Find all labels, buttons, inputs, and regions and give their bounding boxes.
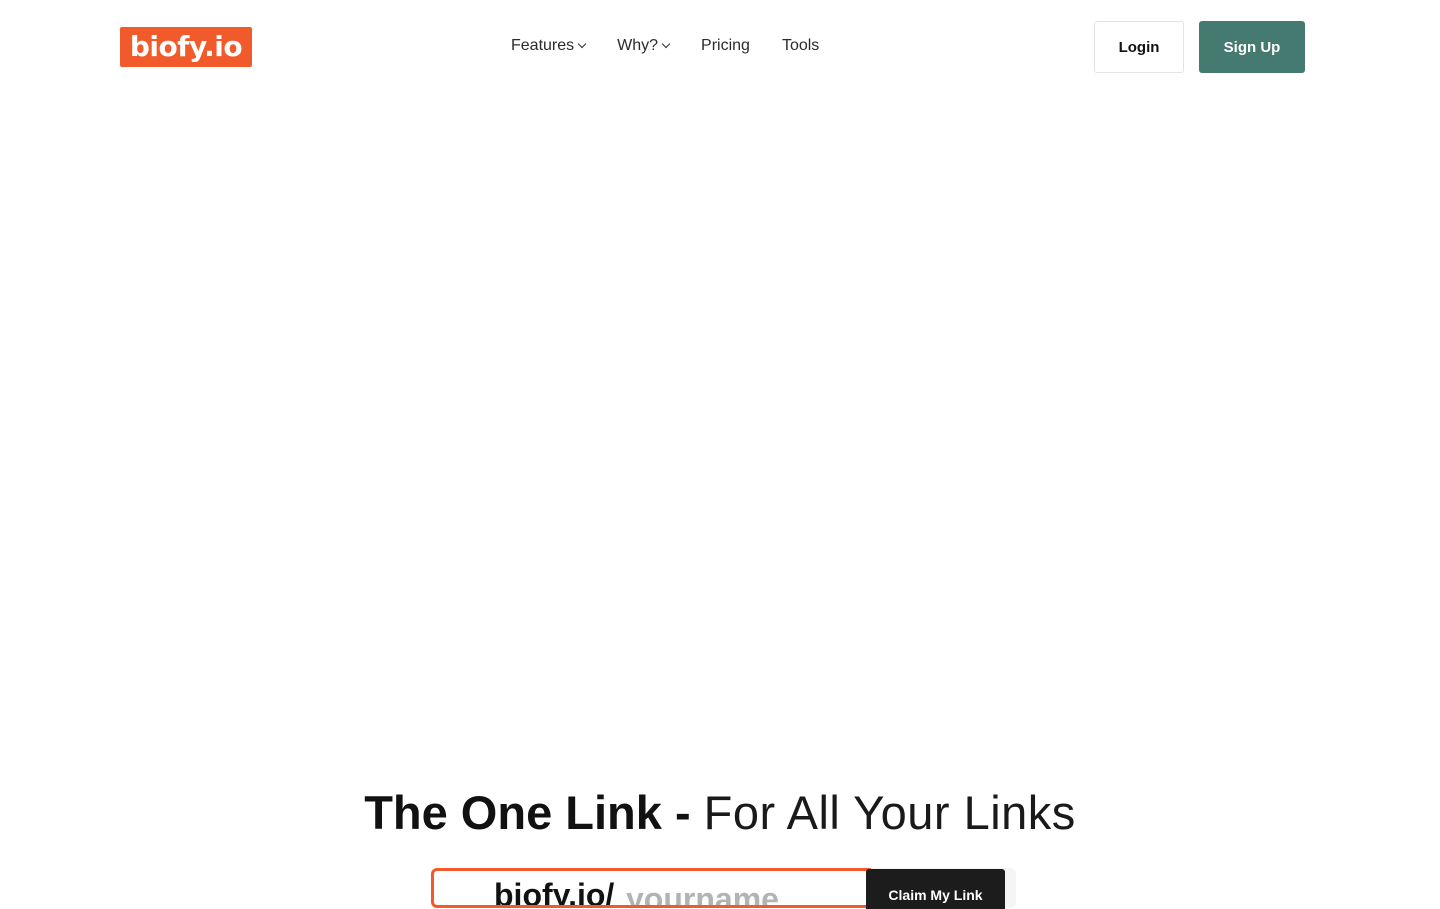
claim-my-link-button[interactable]: Claim My Link: [866, 869, 1005, 909]
hero-title-light: For All Your Links: [703, 786, 1076, 839]
site-header: biofy.io Features Why? Pricing Tools Log…: [0, 0, 1440, 92]
chevron-down-icon: [661, 39, 671, 49]
nav-item-features[interactable]: Features: [511, 37, 587, 55]
nav-item-why[interactable]: Why?: [617, 37, 671, 55]
nav-item-pricing[interactable]: Pricing: [701, 37, 750, 55]
claim-link-form: biofy.io/ Claim My Link: [431, 868, 1016, 909]
main-nav: Features Why? Pricing Tools: [511, 34, 819, 58]
nav-item-tools[interactable]: Tools: [782, 37, 819, 55]
hero-title: The One Link - For All Your Links: [0, 780, 1440, 846]
claim-url-prefix: biofy.io/: [494, 877, 615, 908]
username-input[interactable]: [626, 877, 866, 905]
nav-item-label: Features: [511, 37, 575, 54]
hero-title-strong: The One Link -: [364, 786, 704, 839]
nav-item-label: Pricing: [701, 37, 750, 54]
signup-button[interactable]: Sign Up: [1199, 21, 1305, 73]
chevron-down-icon: [577, 39, 587, 49]
login-button[interactable]: Login: [1094, 21, 1184, 73]
biofy-logo[interactable]: biofy.io: [120, 27, 252, 67]
claim-input-box[interactable]: biofy.io/: [431, 868, 871, 908]
nav-item-label: Tools: [781, 37, 820, 54]
nav-item-label: Why?: [617, 37, 659, 54]
